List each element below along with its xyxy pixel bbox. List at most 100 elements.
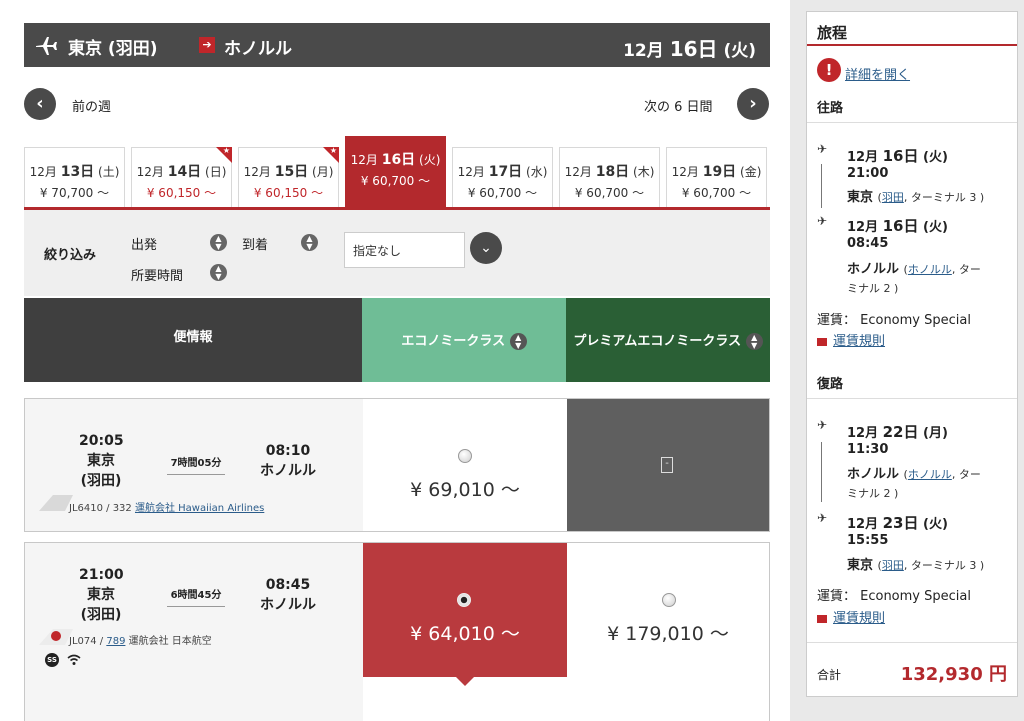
date-tab-price: ¥ 60,700 ～ — [681, 186, 752, 200]
total-price: 132,930 円 — [900, 664, 1007, 685]
economy-price: ¥ 64,010 ～ — [410, 623, 520, 645]
star-icon: ★ — [329, 146, 337, 155]
next-days-label[interactable]: 次の 6 日間 — [644, 96, 713, 115]
next-days-button[interactable]: › — [737, 88, 769, 120]
origin-city: 東京 (羽田) — [68, 39, 158, 59]
departure-airport: (羽田) — [80, 473, 122, 489]
date-tab-13[interactable]: 12月 13日 (土) ¥ 70,700 ～ — [24, 147, 125, 207]
flight-number: JL6410 / 332 — [69, 503, 132, 514]
return-arrival-place: 東京 (羽田, ターミナル 3 ) — [847, 558, 985, 573]
return-label: 復路 — [817, 377, 844, 392]
sort-arrival-icon[interactable]: ▲ ▼ — [301, 234, 318, 251]
chevron-right-icon: › — [749, 93, 757, 114]
return-fare-rules-link[interactable]: 運賃規則 — [833, 611, 885, 626]
operator: 運航会社 日本航空 — [128, 636, 212, 647]
wifi-icon — [67, 654, 81, 665]
aircraft-link[interactable]: 789 — [106, 636, 125, 647]
unavailable-indicator: - — [661, 457, 673, 473]
departure-city: 東京 — [87, 453, 115, 469]
arrow-right-icon: ➔ — [199, 37, 215, 53]
document-icon — [817, 614, 827, 623]
return-arrival-date: 12月 23日 (火) — [847, 514, 948, 532]
chevron-down-icon[interactable]: ⌄ — [470, 232, 502, 264]
arrival-city: ホノルル — [260, 597, 316, 613]
filter-label: 絞り込み — [44, 248, 97, 263]
title-underline — [807, 44, 1017, 46]
airport-link[interactable]: ホノルル — [908, 263, 952, 276]
outbound-arrival-place: ホノルル (ホノルル, ター — [847, 262, 981, 277]
premium-price: ¥ 179,010 ～ — [607, 623, 729, 645]
economy-fare-cell-selected[interactable]: ¥ 64,010 ～ — [363, 543, 567, 686]
sort-economy-icon[interactable]: ▲ ▼ — [509, 333, 527, 350]
filter-panel: 絞り込み 出発 ▲ ▼ 到着 ▲ ▼ 所要時間 ▲ ▼ 指定なし ⌄ — [24, 210, 770, 296]
previous-week-label[interactable]: 前の週 — [72, 96, 111, 115]
date-tab-19[interactable]: 12月 19日 (金) ¥ 60,700 ～ — [666, 147, 767, 207]
return-departure-date: 12月 22日 (月) — [847, 423, 948, 441]
chevron-left-icon: ‹ — [36, 93, 44, 114]
alert-icon: ! — [817, 58, 841, 82]
outbound-arrival-time: 08:45 — [847, 236, 889, 251]
landing-icon: ✈ — [817, 511, 828, 525]
sort-duration-icon[interactable]: ▲ ▼ — [210, 264, 227, 281]
departure-time: 21:00 — [79, 567, 124, 583]
date-tab-price: ¥ 70,700 ～ — [39, 186, 110, 200]
outbound-departure-time: 21:00 — [847, 166, 889, 181]
departure-airport: (羽田) — [80, 607, 122, 623]
flight-row: 21:00 東京 (羽田) 6時間45分 08:45 ホノルル JL074 / … — [24, 542, 770, 721]
open-details-link[interactable]: 詳細を開く — [845, 64, 910, 83]
filter-select[interactable]: 指定なし — [344, 232, 465, 268]
premium-fare-cell-unavailable: - — [567, 399, 769, 531]
date-tab-price: ¥ 60,700 ～ — [360, 174, 431, 188]
sort-duration-label: 所要時間 — [131, 269, 184, 284]
airport-link[interactable]: 羽田 — [882, 191, 904, 204]
sort-premium-icon[interactable]: ▲ ▼ — [745, 333, 763, 350]
departure-city: 東京 — [87, 587, 115, 603]
destination-city: ホノルル — [224, 39, 292, 59]
jal-tail-icon — [39, 629, 73, 645]
economy-fare-cell[interactable]: ¥ 69,010 ～ — [363, 399, 567, 531]
selected-date: 12月 16日 (火) — [623, 37, 756, 61]
outbound-departure-place: 東京 (羽田, ターミナル 3 ) — [847, 190, 985, 205]
date-tab-17[interactable]: 12月 17日 (水) ¥ 60,700 ～ — [452, 147, 553, 207]
economy-fare-radio-selected[interactable] — [457, 593, 471, 607]
star-icon: ★ — [222, 146, 230, 155]
economy-price: ¥ 69,010 ～ — [410, 479, 520, 501]
outbound-fare: 運賃： Economy Special — [817, 313, 971, 328]
premium-fare-radio[interactable] — [662, 593, 676, 607]
airport-link[interactable]: 羽田 — [882, 559, 904, 572]
return-departure-time: 11:30 — [847, 442, 889, 457]
outbound-fare-rules-link[interactable]: 運賃規則 — [833, 334, 885, 349]
column-header-economy[interactable]: エコノミークラス ▲ ▼ — [362, 298, 566, 382]
itinerary-sidebar: 旅程 ! 詳細を開く 往路 ✈ 12月 16日 (火) 21:00 東京 (羽田… — [806, 11, 1018, 697]
column-header-flight-info: 便情報 — [24, 298, 362, 382]
return-fare: 運賃： Economy Special — [817, 589, 971, 604]
date-tab-price: ¥ 60,150 ～ — [253, 186, 324, 200]
premium-fare-cell[interactable]: ¥ 179,010 ～ — [567, 543, 769, 677]
landing-icon: ✈ — [817, 214, 828, 228]
operator-link[interactable]: 運航会社 Hawaiian Airlines — [135, 503, 264, 514]
sort-departure-icon[interactable]: ▲ ▼ — [210, 234, 227, 251]
outbound-arrival-date: 12月 16日 (火) — [847, 217, 948, 235]
route-header: 東京 (羽田) ➔ ホノルル 12月 16日 (火) — [24, 23, 770, 67]
column-header-premium-economy[interactable]: プレミアムエコノミークラス ▲ ▼ — [566, 298, 770, 382]
flight-number: JL074 / — [69, 636, 104, 647]
date-tab-price: ¥ 60,150 ～ — [146, 186, 217, 200]
arrival-time: 08:45 — [265, 577, 311, 593]
previous-week-button[interactable]: ‹ — [24, 88, 56, 120]
airport-link[interactable]: ホノルル — [908, 468, 952, 481]
date-tab-14[interactable]: ★ 12月 14日 (日) ¥ 60,150 ～ — [131, 146, 232, 207]
ss-badge-icon: SS — [45, 653, 59, 667]
sort-departure-label: 出発 — [131, 238, 158, 253]
arrival-city: ホノルル — [260, 463, 316, 479]
outbound-label: 往路 — [817, 101, 844, 116]
date-tab-18[interactable]: 12月 18日 (木) ¥ 60,700 ～ — [559, 147, 660, 207]
selected-pointer — [456, 677, 474, 686]
airplane-icon — [36, 37, 57, 55]
sort-arrival-label: 到着 — [242, 238, 269, 253]
return-arrival-time: 15:55 — [847, 533, 889, 548]
date-tab-15[interactable]: ★ 12月 15日 (月) ¥ 60,150 ～ — [238, 146, 339, 207]
date-tab-price: ¥ 60,700 ～ — [574, 186, 645, 200]
date-tab-16-selected[interactable]: 12月 16日 (火) ¥ 60,700 ～ — [345, 136, 446, 207]
economy-fare-radio[interactable] — [458, 449, 472, 463]
return-departure-place: ホノルル (ホノルル, ター — [847, 467, 981, 482]
